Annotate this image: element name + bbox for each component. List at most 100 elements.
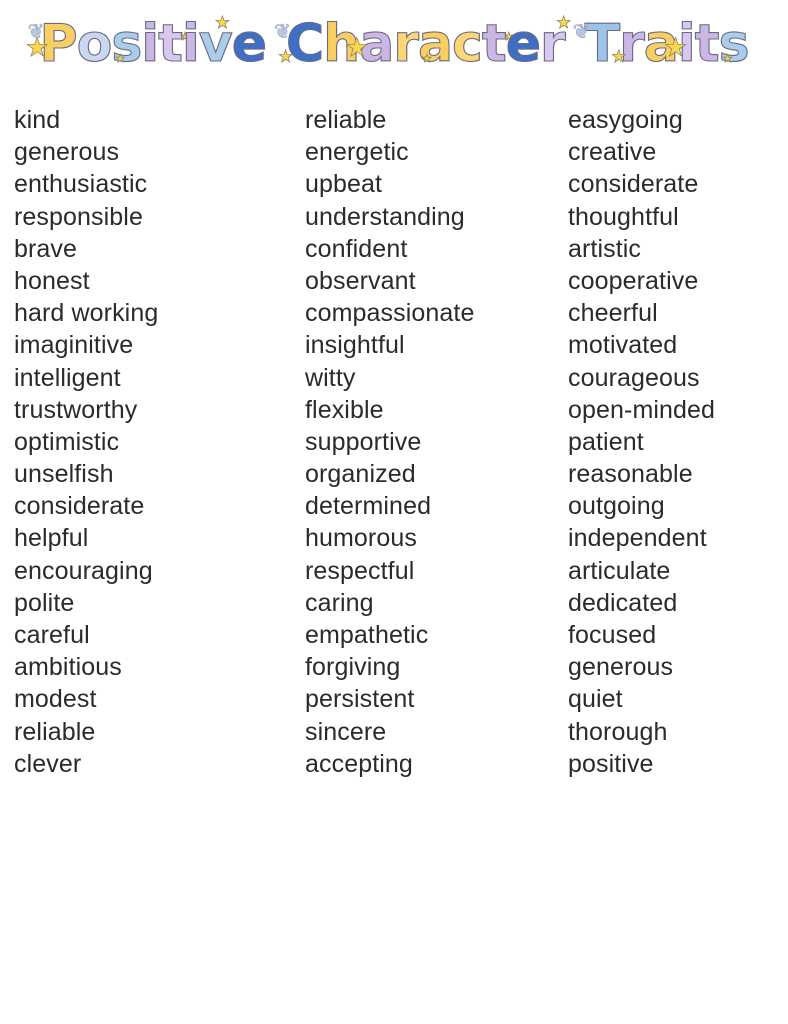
- swirl-icon: ❦: [572, 18, 590, 43]
- trait-word: ambitious: [14, 653, 122, 682]
- trait-word: reliable: [14, 717, 96, 746]
- title-letter: e: [505, 13, 541, 74]
- trait-word: reasonable: [568, 460, 693, 489]
- trait-word: considerate: [568, 170, 699, 199]
- trait-word: hard working: [14, 299, 159, 328]
- trait-word: empathetic: [305, 621, 429, 649]
- title-letter: s ★: [111, 13, 143, 74]
- trait-word: insightful: [305, 331, 405, 360]
- trait-word: modest: [14, 685, 97, 714]
- trait-word: generous: [568, 653, 674, 682]
- title-word-2: C ★ ❦ h a ★ r a ★ c t ★ e r ★: [273, 12, 572, 74]
- trait-word: considerate: [14, 492, 145, 521]
- title-letter: t: [694, 13, 720, 74]
- trait-word: careful: [14, 621, 90, 649]
- trait-word: responsible: [14, 202, 143, 231]
- trait-word: confident: [305, 234, 408, 263]
- star-icon: ★: [722, 51, 733, 65]
- trait-word: articulate: [568, 556, 671, 585]
- trait-word: easygoing: [568, 106, 683, 134]
- trait-word: organized: [305, 460, 416, 489]
- swirl-icon: ❦: [27, 18, 45, 43]
- title-letter: t ★: [158, 13, 191, 74]
- title-letter: T ❦: [572, 13, 621, 74]
- title-letter: P ★ ❦: [25, 13, 78, 74]
- title-letter: r ★: [539, 12, 572, 74]
- title-letter: c: [451, 13, 483, 74]
- trait-word: flexible: [305, 395, 384, 424]
- page-title: P ★ ❦ o s ★ i t ★ i v ★ e C ★ ❦ h a ★ r a ★ c t ★ e r ★ T ❦ r ★ a i ★ t s ★: [0, 0, 788, 92]
- title-letter: e: [231, 13, 267, 74]
- trait-word: brave: [14, 234, 78, 263]
- trait-word: observant: [305, 266, 416, 295]
- trait-word: independent: [568, 524, 707, 553]
- trait-columns: kind generous enthusiastic responsible brave…: [0, 104, 788, 780]
- trait-word: polite: [14, 588, 75, 617]
- trait-word: motivated: [568, 331, 678, 360]
- title-letter: i: [181, 13, 200, 74]
- trait-word: cooperative: [568, 266, 699, 295]
- title-letter: a: [643, 13, 679, 74]
- star-icon: ★: [115, 51, 126, 65]
- trait-word: respectful: [305, 556, 415, 585]
- trait-word: upbeat: [305, 170, 383, 199]
- star-icon: ★: [421, 51, 433, 65]
- title-letter: r ★: [611, 13, 646, 74]
- trait-word: kind: [14, 106, 61, 134]
- trait-word: compassionate: [305, 299, 475, 328]
- title-letter: C ★ ❦: [273, 13, 325, 74]
- trait-word: intelligent: [14, 363, 121, 392]
- trait-word: enthusiastic: [14, 170, 148, 199]
- trait-word: supportive: [305, 427, 422, 456]
- trait-word: forgiving: [305, 653, 401, 682]
- title-word-1: P ★ ❦ o s ★ i t ★ i v ★ e: [25, 12, 267, 74]
- title-letter: h: [323, 13, 361, 74]
- star-icon: ★: [277, 46, 294, 67]
- star-icon: ★: [556, 12, 572, 33]
- trait-word: accepting: [305, 749, 413, 778]
- trait-word: trustworthy: [14, 395, 138, 424]
- trait-word: witty: [305, 363, 356, 392]
- title-letter: t ★: [481, 13, 514, 74]
- title-letter: i: [141, 13, 160, 74]
- trait-word: courageous: [568, 363, 700, 392]
- title-letters-container: P ★ ❦ o s ★ i t ★ i v ★ e C ★ ❦ h a ★ r a ★ c t ★ e r ★ T ❦ r ★ a i ★ t s ★: [25, 12, 750, 74]
- trait-word: imaginitive: [14, 331, 134, 360]
- trait-word: patient: [568, 427, 644, 456]
- trait-word: cheerful: [568, 299, 658, 328]
- trait-word: caring: [305, 588, 374, 617]
- trait-word: energetic: [305, 138, 409, 167]
- trait-word: honest: [14, 266, 90, 295]
- trait-word: thorough: [568, 717, 668, 746]
- trait-word: encouraging: [14, 556, 153, 585]
- trait-column-1: kind generous enthusiastic responsible brave…: [0, 104, 305, 780]
- trait-word: focused: [568, 621, 657, 649]
- title-letter: v ★: [198, 12, 233, 74]
- trait-column-3: easygoing creative considerate thoughtful ar…: [568, 104, 788, 780]
- trait-word: reliable: [305, 106, 387, 134]
- trait-word: positive: [568, 749, 654, 778]
- trait-word: optimistic: [14, 427, 120, 456]
- star-icon: ★: [214, 12, 231, 33]
- trait-word: clever: [14, 749, 82, 778]
- title-letter: a ★: [345, 13, 395, 74]
- trait-word: humorous: [305, 524, 417, 553]
- trait-word: generous: [14, 138, 120, 167]
- trait-word: helpful: [14, 524, 89, 553]
- title-word-3: T ❦ r ★ a i ★ t s ★: [572, 13, 750, 74]
- trait-word: unselfish: [14, 460, 114, 489]
- title-letter: o: [76, 13, 113, 74]
- swirl-icon: ❦: [273, 18, 291, 43]
- trait-word: determined: [305, 492, 432, 521]
- trait-word: understanding: [305, 202, 465, 231]
- trait-word: outgoing: [568, 492, 665, 521]
- trait-word: open-minded: [568, 395, 716, 424]
- trait-word: persistent: [305, 685, 415, 714]
- title-letter: s ★: [718, 13, 750, 74]
- trait-word: artistic: [568, 234, 642, 263]
- trait-word: sincere: [305, 717, 387, 746]
- title-letter: r: [393, 13, 420, 74]
- trait-word: dedicated: [568, 588, 678, 617]
- trait-word: creative: [568, 138, 657, 167]
- title-letter: a ★: [417, 13, 454, 74]
